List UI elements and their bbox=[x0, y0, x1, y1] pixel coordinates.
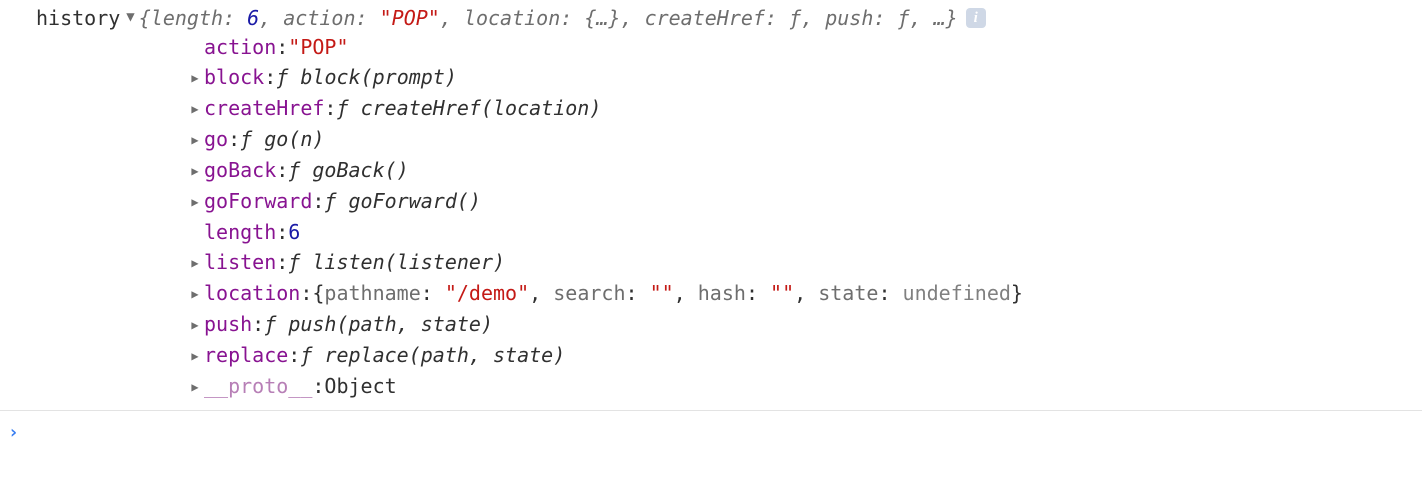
disclosure-triangle-right-icon[interactable]: ▶ bbox=[186, 377, 204, 397]
prop-length[interactable]: length: 6 bbox=[186, 217, 1422, 247]
function-preview: ƒ replace(path, state) bbox=[300, 343, 565, 367]
function-preview: ƒ go(n) bbox=[240, 127, 324, 151]
prop-location[interactable]: ▶ location: {pathname: "/demo", search: … bbox=[186, 278, 1422, 309]
function-preview: ƒ push(path, state) bbox=[264, 312, 493, 336]
disclosure-triangle-right-icon[interactable]: ▶ bbox=[186, 192, 204, 212]
disclosure-triangle-right-icon[interactable]: ▶ bbox=[186, 315, 204, 335]
info-icon[interactable]: i bbox=[966, 8, 986, 28]
disclosure-triangle-right-icon[interactable]: ▶ bbox=[186, 68, 204, 88]
variable-name: history bbox=[36, 6, 120, 30]
console-output: history ▼ {length: 6, action: "POP", loc… bbox=[0, 0, 1422, 451]
prop-goBack[interactable]: ▶ goBack: ƒ goBack() bbox=[186, 155, 1422, 186]
prop-proto[interactable]: ▶ __proto__: Object bbox=[186, 371, 1422, 402]
prop-replace[interactable]: ▶ replace: ƒ replace(path, state) bbox=[186, 340, 1422, 371]
disclosure-triangle-right-icon[interactable]: ▶ bbox=[186, 99, 204, 119]
disclosure-triangle-down-icon[interactable]: ▼ bbox=[126, 5, 134, 29]
prop-createHref[interactable]: ▶ createHref: ƒ createHref(location) bbox=[186, 93, 1422, 124]
prop-action[interactable]: action: "POP" bbox=[186, 32, 1422, 62]
prop-go[interactable]: ▶ go: ƒ go(n) bbox=[186, 124, 1422, 155]
console-input-row[interactable]: › bbox=[0, 410, 1422, 451]
prop-goForward[interactable]: ▶ goForward: ƒ goForward() bbox=[186, 186, 1422, 217]
function-preview: ƒ goBack() bbox=[288, 158, 408, 182]
logged-object-header[interactable]: history ▼ {length: 6, action: "POP", loc… bbox=[0, 4, 1422, 32]
prop-listen[interactable]: ▶ listen: ƒ listen(listener) bbox=[186, 247, 1422, 278]
function-preview: ƒ block(prompt) bbox=[276, 65, 457, 89]
object-preview: {pathname: "/demo", search: "", hash: ""… bbox=[312, 281, 1023, 305]
disclosure-triangle-right-icon[interactable]: ▶ bbox=[186, 253, 204, 273]
disclosure-triangle-right-icon[interactable]: ▶ bbox=[186, 284, 204, 304]
disclosure-triangle-right-icon[interactable]: ▶ bbox=[186, 346, 204, 366]
prop-block[interactable]: ▶ block: ƒ block(prompt) bbox=[186, 62, 1422, 93]
disclosure-triangle-right-icon[interactable]: ▶ bbox=[186, 161, 204, 181]
function-preview: ƒ listen(listener) bbox=[288, 250, 505, 274]
function-preview: ƒ createHref(location) bbox=[336, 96, 601, 120]
prop-push[interactable]: ▶ push: ƒ push(path, state) bbox=[186, 309, 1422, 340]
disclosure-triangle-right-icon[interactable]: ▶ bbox=[186, 130, 204, 150]
function-preview: ƒ goForward() bbox=[324, 189, 481, 213]
object-summary: {length: 6, action: "POP", location: {…}… bbox=[139, 6, 958, 30]
object-properties: action: "POP" ▶ block: ƒ block(prompt) ▶… bbox=[0, 32, 1422, 402]
prompt-caret-icon: › bbox=[8, 422, 19, 443]
